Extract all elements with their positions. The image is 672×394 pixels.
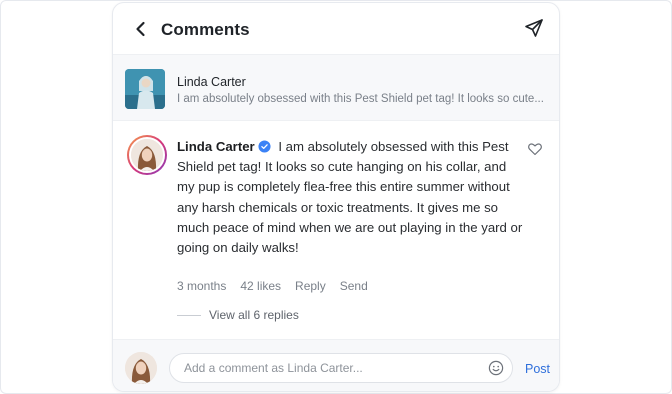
replies-divider	[177, 314, 201, 316]
post-preview[interactable]: Linda Carter I am absolutely obsessed wi…	[113, 55, 559, 121]
comments-header: Comments	[113, 3, 559, 55]
paper-plane-icon	[525, 19, 543, 37]
avatar[interactable]	[127, 135, 167, 175]
page-title: Comments	[161, 20, 250, 39]
send-button[interactable]: Send	[340, 279, 368, 293]
reply-button[interactable]: Reply	[295, 279, 326, 293]
emoji-button[interactable]	[488, 360, 504, 376]
comment-composer: Post	[113, 339, 559, 391]
comment-item: Linda Carter I am absolutely obsessed wi…	[113, 121, 559, 339]
comment-input-container	[169, 353, 513, 383]
comment-input[interactable]	[184, 354, 474, 382]
composer-avatar	[125, 352, 157, 384]
post-caption: I am absolutely obsessed with this Pest …	[177, 93, 544, 105]
smiley-icon	[488, 360, 504, 376]
post-author[interactable]: Linda Carter	[177, 75, 246, 89]
comment-text: I am absolutely obsessed with this Pest …	[177, 139, 523, 256]
verified-badge-icon	[258, 140, 271, 153]
heart-icon	[528, 143, 542, 156]
like-button[interactable]	[527, 141, 543, 157]
back-button[interactable]	[131, 19, 151, 39]
comment-author[interactable]: Linda Carter	[177, 139, 255, 154]
view-replies-button[interactable]: View all 6 replies	[177, 308, 299, 322]
view-replies-label: View all 6 replies	[209, 308, 299, 322]
post-button[interactable]: Post	[525, 362, 550, 376]
share-button[interactable]	[523, 17, 545, 39]
comment-meta: 3 months 42 likes Reply Send	[177, 279, 382, 293]
likes-count[interactable]: 42 likes	[240, 279, 281, 293]
post-thumbnail	[125, 69, 165, 109]
comments-panel: Comments Linda Carter I am absolutely ob…	[112, 2, 560, 392]
comment-time: 3 months	[177, 279, 227, 293]
comment-text-block: Linda Carter I am absolutely obsessed wi…	[177, 137, 523, 258]
chevron-left-icon	[136, 21, 145, 37]
